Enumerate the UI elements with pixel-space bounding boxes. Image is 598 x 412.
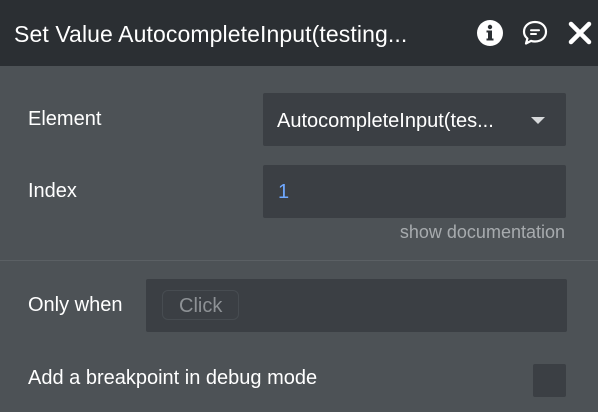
only-when-placeholder: Click: [162, 290, 240, 320]
info-icon[interactable]: [476, 19, 504, 47]
breakpoint-checkbox[interactable]: [533, 364, 566, 397]
only-when-label: Only when: [28, 294, 123, 316]
close-icon[interactable]: [567, 19, 595, 47]
section-divider: [0, 260, 598, 261]
element-label: Element: [28, 108, 102, 130]
comment-icon[interactable]: [521, 19, 549, 47]
index-label: Index: [28, 180, 77, 202]
chevron-down-icon: [531, 117, 545, 124]
index-input[interactable]: 1: [263, 165, 566, 218]
element-dropdown[interactable]: AutocompleteInput(tes...: [263, 93, 566, 146]
index-value: 1: [278, 181, 290, 203]
panel-header: Set Value AutocompleteInput(testing...: [0, 0, 598, 66]
breakpoint-label: Add a breakpoint in debug mode: [28, 367, 318, 389]
element-selected-value: AutocompleteInput(tes...: [277, 110, 494, 132]
show-documentation-link[interactable]: show documentation: [400, 222, 565, 243]
only-when-input[interactable]: Click: [146, 279, 567, 332]
panel-title: Set Value AutocompleteInput(testing...: [14, 21, 408, 47]
